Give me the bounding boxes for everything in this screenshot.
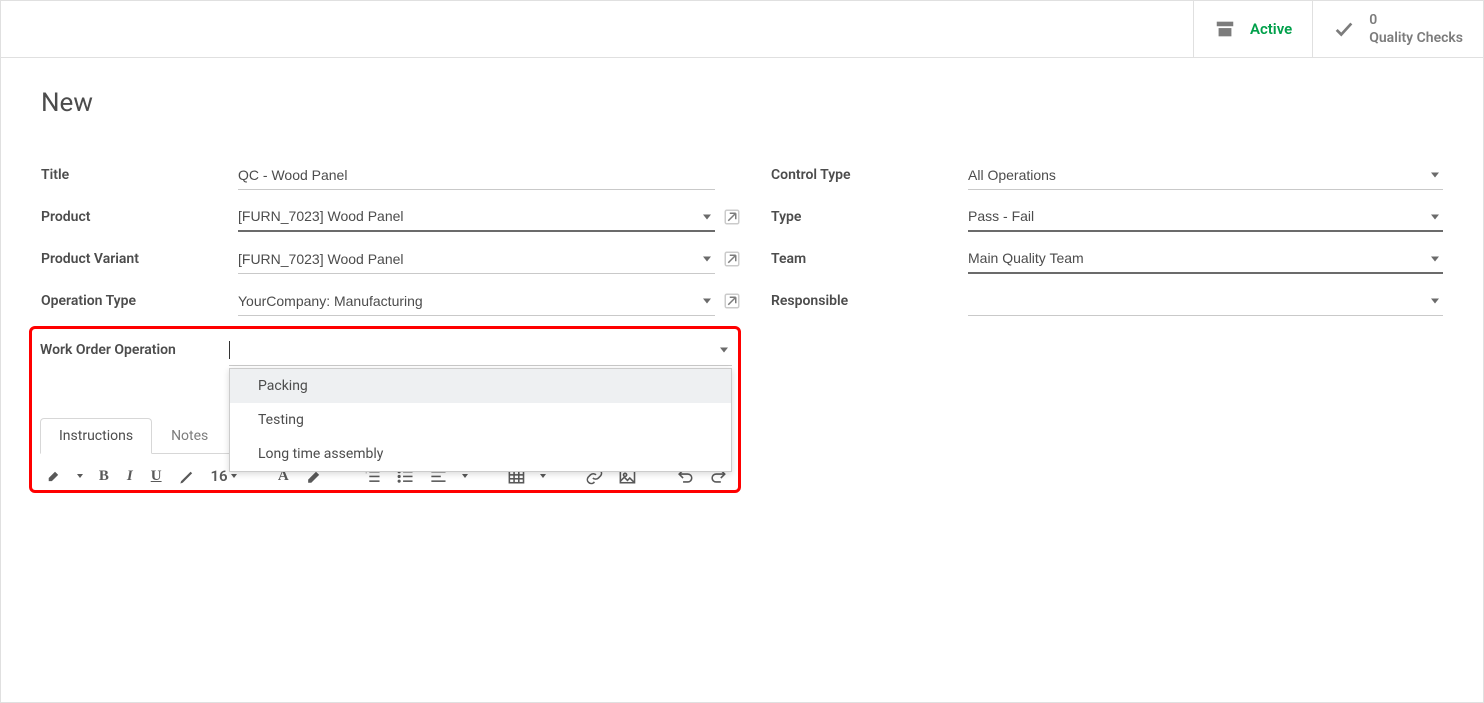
label-responsible: Responsible (771, 293, 968, 309)
chevron-down-icon (1431, 299, 1439, 304)
font-size-value: 16 (210, 467, 227, 485)
label-operation-type: Operation Type (41, 293, 238, 309)
external-link-icon[interactable] (723, 208, 741, 226)
product-variant-input[interactable] (238, 245, 715, 274)
chevron-down-icon (720, 348, 728, 353)
product-input[interactable] (238, 202, 715, 232)
check-icon (1333, 18, 1355, 40)
chevron-down-icon (703, 257, 711, 262)
quality-checks-button[interactable]: 0 Quality Checks (1312, 1, 1483, 57)
field-operation-type: Operation Type (41, 284, 741, 318)
label-work-order-operation: Work Order Operation (40, 342, 229, 358)
tab-notes[interactable]: Notes (152, 418, 227, 454)
dropdown-item-packing[interactable]: Packing (230, 369, 731, 403)
responsible-input[interactable] (968, 287, 1443, 316)
type-input[interactable] (968, 202, 1443, 232)
label-team: Team (771, 251, 968, 267)
bold-button[interactable]: B (97, 466, 111, 486)
team-input[interactable] (968, 244, 1443, 274)
title-input[interactable] (238, 161, 715, 190)
italic-button[interactable]: I (125, 466, 135, 486)
dropdown-item-assembly[interactable]: Long time assembly (230, 437, 731, 471)
underline-button[interactable]: U (149, 466, 164, 486)
label-control-type: Control Type (771, 167, 968, 183)
chevron-down-icon (1431, 257, 1439, 262)
field-title: Title (41, 158, 741, 192)
chevron-down-icon (703, 299, 711, 304)
chevron-down-icon (540, 474, 546, 478)
archive-icon (1214, 18, 1236, 40)
control-type-input[interactable] (968, 161, 1443, 190)
chevron-down-icon (1431, 173, 1439, 178)
active-status-button[interactable]: Active (1193, 1, 1312, 57)
work-order-dropdown: Packing Testing Long time assembly (229, 368, 732, 472)
external-link-icon[interactable] (723, 250, 741, 268)
operation-type-input[interactable] (238, 287, 715, 316)
field-team: Team (771, 242, 1443, 276)
label-type: Type (771, 209, 968, 225)
field-control-type: Control Type (771, 158, 1443, 192)
chevron-down-icon (231, 474, 237, 478)
header-bar: Active 0 Quality Checks (1, 1, 1483, 58)
checks-label: Quality Checks (1369, 29, 1463, 47)
external-link-icon[interactable] (723, 292, 741, 310)
field-responsible: Responsible (771, 284, 1443, 318)
checks-count: 0 (1369, 11, 1463, 29)
field-product-variant: Product Variant (41, 242, 741, 276)
chevron-down-icon (77, 474, 83, 478)
label-product: Product (41, 209, 238, 225)
highlight-box: Work Order Operation Packing Testing Lon… (29, 326, 741, 493)
field-type: Type (771, 200, 1443, 234)
work-order-operation-input[interactable] (229, 335, 732, 366)
label-product-variant: Product Variant (41, 251, 238, 267)
active-label: Active (1250, 20, 1292, 38)
chevron-down-icon (703, 215, 711, 220)
page-title: New (41, 88, 1443, 118)
chevron-down-icon (462, 474, 468, 478)
tab-instructions[interactable]: Instructions (40, 418, 152, 454)
field-work-order-operation: Work Order Operation Packing Testing Lon… (40, 333, 732, 367)
eyedropper-icon[interactable] (44, 466, 63, 486)
label-title: Title (41, 167, 238, 183)
pen-icon[interactable] (178, 466, 197, 486)
dropdown-item-testing[interactable]: Testing (230, 403, 731, 437)
chevron-down-icon (1431, 215, 1439, 220)
field-product: Product (41, 200, 741, 234)
